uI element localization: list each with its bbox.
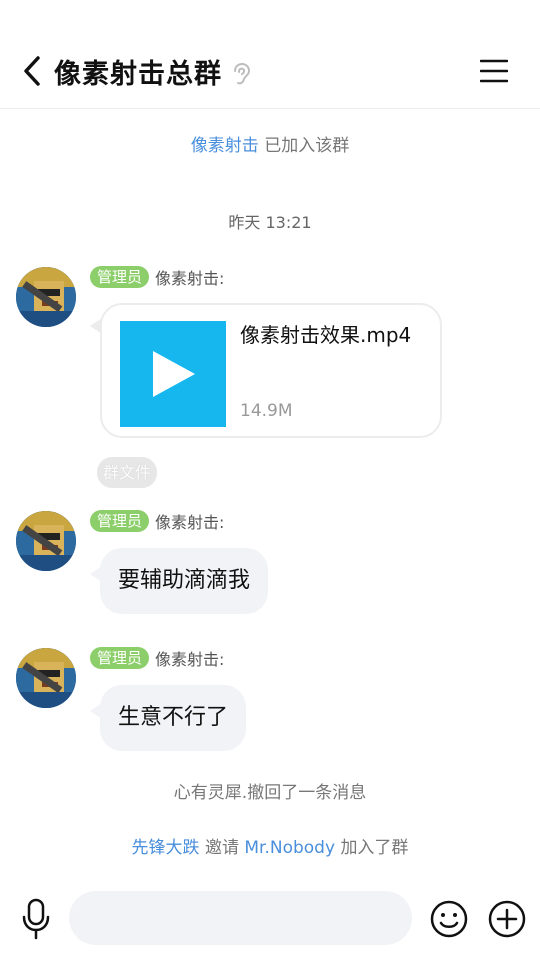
file-message-card[interactable]: 像素射击效果.mp4 14.9M (100, 303, 442, 438)
chat-header: 像素射击总群 (0, 0, 540, 109)
group-file-tag[interactable]: 群文件 (97, 457, 158, 488)
recall-notice: 心有灵犀.撤回了一条消息 (173, 783, 367, 803)
video-thumbnail (120, 321, 226, 427)
avatar[interactable] (16, 511, 76, 571)
join-text: 已加入该群 (264, 136, 350, 156)
avatar[interactable] (16, 648, 76, 708)
inviter-link[interactable]: 先锋大跌 (132, 838, 200, 858)
avatar[interactable] (16, 267, 76, 327)
message-input[interactable] (69, 891, 412, 945)
emoji-icon[interactable] (430, 900, 468, 938)
invite-text-tail: 加入了群 (340, 838, 409, 858)
join-user-link[interactable]: 像素射击 (191, 136, 259, 156)
invitee-link[interactable]: Mr.Nobody (244, 838, 335, 858)
avatar-image (16, 511, 76, 571)
hamburger-menu-icon[interactable] (480, 58, 508, 84)
sender-meta: 管理员 像素射击: (90, 510, 224, 532)
sender-name[interactable]: 像素射击: (155, 509, 224, 533)
system-join-notice: 像素射击 已加入该群 (0, 131, 540, 156)
file-size: 14.9M (240, 401, 293, 421)
role-badge: 管理员 (90, 510, 150, 532)
file-name: 像素射击效果.mp4 (240, 323, 412, 347)
sender-name[interactable]: 像素射击: (155, 265, 224, 289)
ear-icon (234, 62, 251, 85)
avatar-image (16, 648, 76, 708)
chevron-left-icon[interactable] (18, 54, 48, 88)
text-message-bubble[interactable]: 要辅助滴滴我 (100, 548, 269, 614)
role-badge: 管理员 (90, 647, 150, 669)
sender-meta: 管理员 像素射击: (90, 647, 224, 669)
sender-name[interactable]: 像素射击: (155, 646, 224, 670)
text-message-bubble[interactable]: 生意不行了 (100, 685, 247, 751)
invite-notice: 先锋大跌 邀请 Mr.Nobody 加入了群 (0, 833, 540, 858)
plus-icon[interactable] (488, 900, 526, 938)
avatar-image (16, 267, 76, 327)
page-title: 像素射击总群 (54, 59, 222, 90)
invite-text: 邀请 (204, 838, 239, 858)
timestamp: 昨天 13:21 (228, 213, 312, 232)
play-icon (153, 351, 195, 397)
microphone-icon[interactable] (20, 898, 52, 940)
role-badge: 管理员 (90, 266, 150, 288)
sender-meta: 管理员 像素射击: (90, 266, 224, 288)
